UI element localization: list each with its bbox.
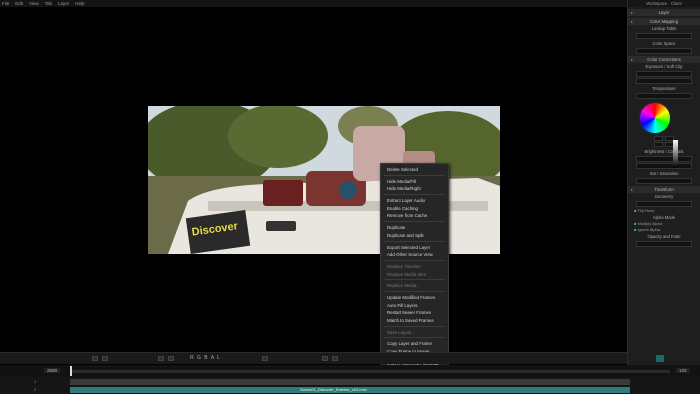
- start-frame[interactable]: 2500: [44, 368, 61, 373]
- menu-tab[interactable]: Tab: [45, 1, 52, 6]
- lookup-table-label: Lookup Table: [651, 26, 677, 31]
- play-back-button[interactable]: [262, 356, 268, 361]
- context-menu-item[interactable]: Hide Media/Fill: [381, 178, 448, 186]
- luma-gradient-bar[interactable]: [673, 140, 678, 168]
- exposure-field[interactable]: [636, 71, 692, 77]
- context-menu-item[interactable]: Copy Layer and Frame: [381, 340, 448, 348]
- context-menu-item[interactable]: Replace Timeline: [381, 263, 448, 271]
- context-menu-item[interactable]: Restart Newer Frames: [381, 309, 448, 317]
- lookup-table-select[interactable]: [636, 33, 692, 39]
- opacity-field[interactable]: [636, 241, 692, 247]
- menu-edit[interactable]: Edit: [15, 1, 23, 6]
- section-color-corrections[interactable]: Color Corrections: [628, 56, 700, 63]
- alpha-mode-label: Alpha Mode: [652, 215, 676, 220]
- panel-toggle-button[interactable]: [656, 355, 664, 362]
- play-button[interactable]: [322, 356, 328, 361]
- context-menu-item[interactable]: Duplicate and Split: [381, 232, 448, 240]
- lift-field[interactable]: [654, 136, 663, 141]
- viewer[interactable]: Discover: [0, 7, 627, 347]
- color-space-label: Color Space: [652, 41, 676, 46]
- context-menu-item[interactable]: Hide Media/Right: [381, 185, 448, 193]
- toolbar-button[interactable]: [168, 356, 174, 361]
- section-transform[interactable]: Transform: [628, 186, 700, 193]
- menu-separator: [384, 325, 445, 327]
- toolbar-button[interactable]: [158, 356, 164, 361]
- menu-separator: [384, 240, 445, 242]
- context-menu-item[interactable]: Export Selected Layer: [381, 244, 448, 252]
- menu-file[interactable]: File: [2, 1, 9, 6]
- geometry-select[interactable]: [636, 201, 692, 207]
- soft-clip-field[interactable]: [636, 78, 692, 84]
- track-index: 2: [34, 387, 37, 392]
- menu-separator: [384, 337, 445, 339]
- timeline-ruler[interactable]: 2500 120: [0, 365, 700, 377]
- wheel-fields: [628, 136, 700, 141]
- exposure-label: Exposure / Soft Clip: [645, 64, 683, 69]
- channel-buttons[interactable]: R G B A L: [190, 355, 221, 361]
- app-window: File Edit View Tab Layer Help Discover D…: [0, 0, 700, 394]
- context-menu-item[interactable]: Match to Saved Frames: [381, 317, 448, 325]
- menu-separator: [384, 259, 445, 261]
- menu-separator: [384, 221, 445, 223]
- menu-layer[interactable]: Layer: [58, 1, 69, 6]
- context-menu-item[interactable]: Save Layout...: [381, 329, 448, 337]
- viewer-toolbar: R G B A L: [0, 352, 627, 364]
- context-menu-item[interactable]: Enable Caching: [381, 205, 448, 213]
- context-menu-item[interactable]: Auto-Fill Layers: [381, 302, 448, 310]
- wheel-fields-2: [628, 142, 700, 147]
- menu-separator: [384, 290, 445, 292]
- menu-separator: [384, 279, 445, 281]
- saturation-field[interactable]: [636, 178, 692, 184]
- toolbar-button[interactable]: [102, 356, 108, 361]
- contrast-field[interactable]: [636, 163, 692, 169]
- section-layer[interactable]: Layer: [628, 9, 700, 16]
- brightness-label: Brightness / Contrast: [644, 149, 684, 154]
- context-menu-item[interactable]: Remove from Cache: [381, 212, 448, 220]
- track-index: 1: [34, 379, 37, 384]
- gain-field[interactable]: [654, 142, 663, 147]
- menu-help[interactable]: Help: [75, 1, 84, 6]
- context-menu-item[interactable]: Replace Media Item: [381, 271, 448, 279]
- brightness-field[interactable]: [636, 156, 692, 162]
- playhead[interactable]: [70, 366, 72, 376]
- clip-name: Scene01_Discover_Exterior_v01.mov: [300, 387, 367, 392]
- timeline-track[interactable]: [70, 370, 670, 373]
- color-wheel[interactable]: [638, 101, 672, 135]
- geometry-label: Geometry: [654, 194, 674, 199]
- opacity-label: Opacity and Fade: [647, 234, 681, 239]
- layer-tracks: 1 2 Scene01_Discover_Exterior_v01.mov: [0, 377, 700, 394]
- menu-separator: [384, 174, 445, 176]
- toolbar-button[interactable]: [92, 356, 98, 361]
- track-row[interactable]: [70, 379, 630, 385]
- menu-separator: [384, 194, 445, 196]
- section-color-mapping[interactable]: Color Mapping: [628, 18, 700, 25]
- menu-view[interactable]: View: [29, 1, 39, 6]
- temperature-label: Temperature: [652, 86, 676, 91]
- temperature-field[interactable]: [636, 93, 692, 99]
- context-menu-item[interactable]: Duplicate: [381, 224, 448, 232]
- inspector-panel: Workspace · Client Layer Color Mapping L…: [627, 0, 700, 394]
- context-menu-item[interactable]: Extract Layer Audio: [381, 197, 448, 205]
- context-menu-item[interactable]: Replace Media...: [381, 282, 448, 290]
- color-space-select[interactable]: [636, 48, 692, 54]
- context-menu-item[interactable]: Add Other Source View: [381, 251, 448, 259]
- context-menu-item[interactable]: Delete Selected: [381, 166, 448, 174]
- context-menu-item[interactable]: Update Modified Frames: [381, 294, 448, 302]
- menubar: File Edit View Tab Layer Help: [0, 0, 627, 7]
- saturation-label: Sat / Saturation: [649, 171, 679, 176]
- end-frame[interactable]: 120: [676, 368, 690, 373]
- play-forward-button[interactable]: [332, 356, 338, 361]
- panel-title: Workspace · Client: [628, 0, 700, 7]
